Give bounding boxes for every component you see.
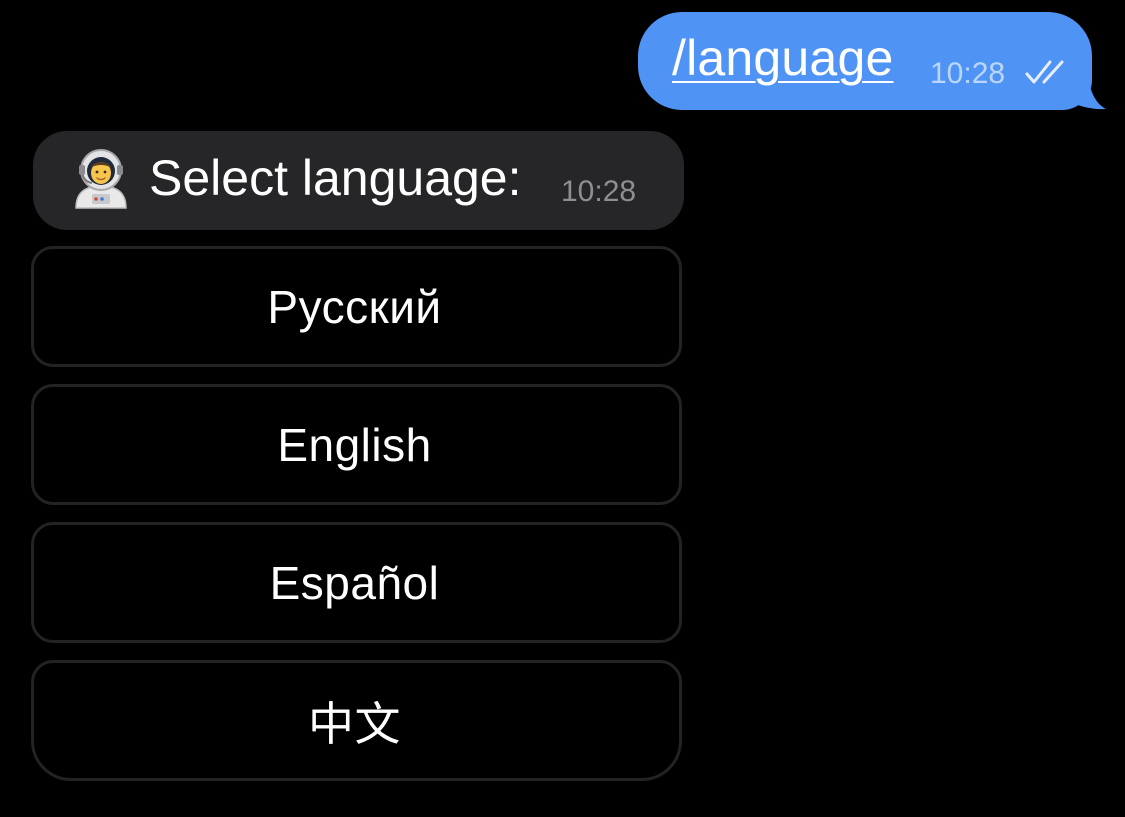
message-time: 10:28 [561,175,637,208]
command-link[interactable]: /language [672,28,893,88]
message-time: 10:28 [930,57,1006,90]
bubble-tail [1062,76,1106,110]
language-button-chinese[interactable]: 中文 [31,660,682,781]
double-check-icon [1025,60,1064,84]
button-label: Español [269,556,440,609]
language-button-spanish[interactable]: Español [31,522,682,643]
button-label: 中文 [308,697,401,750]
bot-message-text: Select language: [149,150,522,206]
language-button-russian[interactable]: Русский [31,246,682,367]
button-label: English [277,418,432,471]
astronaut-emoji-icon [75,149,127,209]
language-button-english[interactable]: English [31,384,682,505]
button-label: Русский [267,280,442,333]
chat-view: /language 10:28 Select language: 10:28 Р… [0,0,1125,817]
